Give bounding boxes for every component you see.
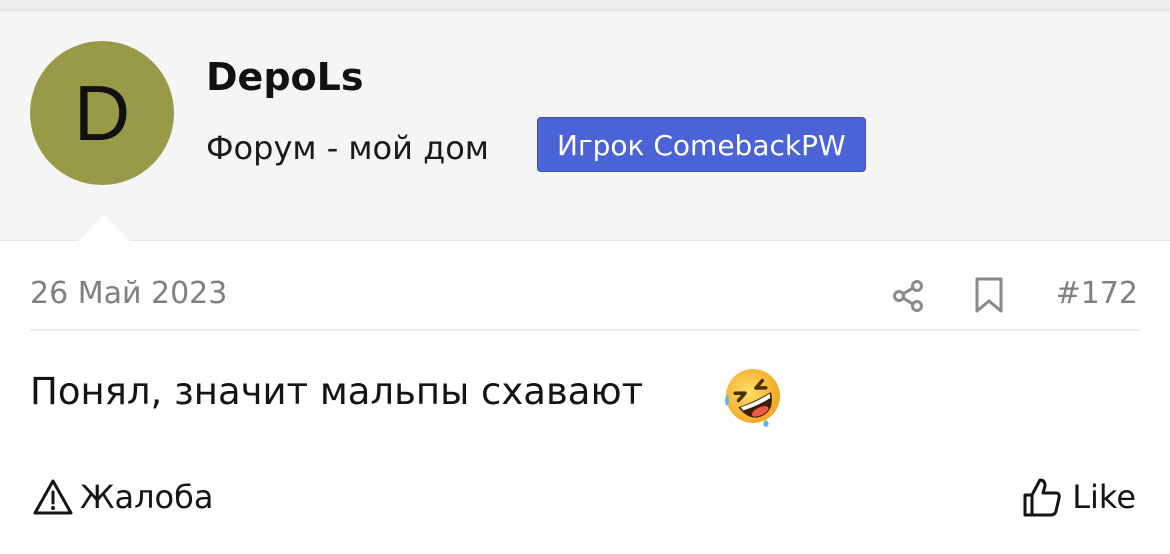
warning-icon (33, 479, 73, 515)
thumbs-up-icon (1023, 478, 1061, 517)
user-header: D DepoLs Форум - мой дом Игрок ComebackP… (0, 11, 1170, 241)
report-link[interactable]: Жалоба (32, 478, 213, 516)
like-label: Like (1072, 477, 1136, 516)
user-banner: Игрок ComebackPW (537, 117, 866, 172)
divider (30, 329, 1140, 331)
post-date-link[interactable]: 26 Май 2023 (30, 276, 227, 312)
message-body: Понял, значит мальпы схавают (30, 370, 644, 413)
avatar-letter: D (73, 69, 131, 157)
post-number-link[interactable]: #172 (1056, 276, 1138, 312)
bookmark-icon[interactable] (972, 276, 1006, 314)
rolling-on-floor-laughing-icon (725, 369, 780, 427)
top-strip (0, 0, 1170, 11)
header-arrow (78, 214, 130, 241)
share-icon[interactable] (890, 278, 926, 314)
avatar[interactable]: D (30, 41, 174, 185)
user-title: Форум - мой дом (206, 129, 489, 167)
post-container: D DepoLs Форум - мой дом Игрок ComebackP… (0, 0, 1170, 554)
like-button[interactable]: Like (1022, 476, 1136, 518)
username-link[interactable]: DepoLs (206, 55, 363, 101)
report-label: Жалоба (80, 478, 214, 516)
